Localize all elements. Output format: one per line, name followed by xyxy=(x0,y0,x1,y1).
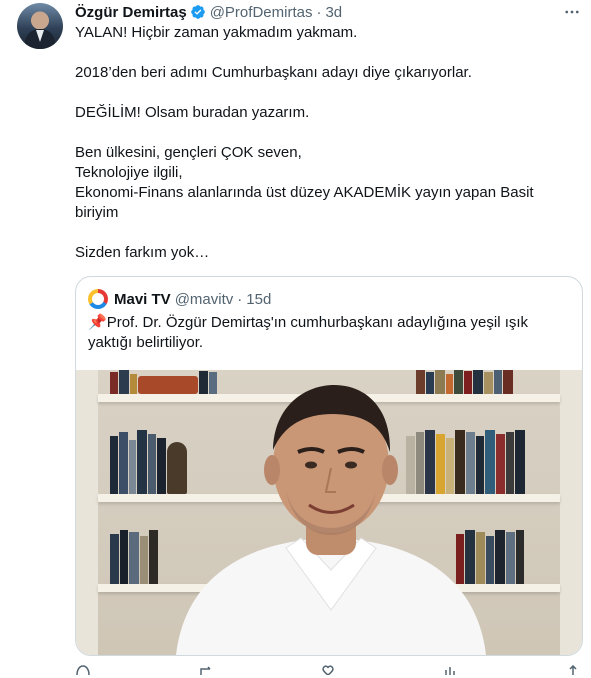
tweet-text: YALAN! Hiçbir zaman yakmadım yakmam. 201… xyxy=(75,23,565,263)
tweet-paragraph: YALAN! Hiçbir zaman yakmadım yakmam. xyxy=(75,24,358,41)
tweet-paragraph: Sizden farkım yok… xyxy=(75,244,210,261)
person-portrait xyxy=(176,385,486,655)
tweet-header: Özgür Demirtaş @ProfDemirtas · 3d xyxy=(75,2,581,22)
quoted-tweet-text: 📌Prof. Dr. Özgür Demirtaş'ın cumhurbaşka… xyxy=(88,313,568,353)
books-row xyxy=(110,530,159,584)
verified-badge-icon xyxy=(190,4,206,20)
quoted-tweet[interactable]: Mavi TV @mavitv · 15d 📌Prof. Dr. Özgür D… xyxy=(75,276,583,656)
author-name[interactable]: Özgür Demirtaş xyxy=(75,4,187,21)
tweet-line: Teknolojiye ilgili, xyxy=(75,164,183,181)
tweet-paragraph: 2018’den beri adımı Cumhurbaşkanı adayı … xyxy=(75,64,472,81)
pushpin-icon: 📌 xyxy=(88,314,107,331)
quoted-author-handle[interactable]: @mavitv xyxy=(175,291,234,308)
quoted-author-name[interactable]: Mavi TV xyxy=(114,291,171,308)
tweet-line: Ben ülkesini, gençleri ÇOK seven, xyxy=(75,144,302,161)
more-horizontal-icon[interactable] xyxy=(562,2,582,22)
quoted-tweet-time[interactable]: 15d xyxy=(246,291,271,308)
like-icon[interactable] xyxy=(320,664,336,676)
views-icon[interactable] xyxy=(443,664,459,675)
tweet-time[interactable]: 3d xyxy=(325,4,342,21)
mavitv-logo-icon[interactable] xyxy=(88,289,108,309)
share-icon[interactable] xyxy=(565,664,581,675)
author-handle[interactable]: @ProfDemirtas xyxy=(210,4,313,21)
tweet-paragraph: DEĞİLİM! Olsam buradan yazarım. xyxy=(75,104,310,121)
tweet-actions xyxy=(75,664,581,676)
quoted-tweet-body: Prof. Dr. Özgür Demirtaş'ın cumhurbaşkan… xyxy=(88,314,529,351)
reply-icon[interactable] xyxy=(75,664,91,676)
quoted-tweet-header: Mavi TV @mavitv · 15d xyxy=(88,289,271,309)
quoted-tweet-image[interactable] xyxy=(76,370,582,655)
separator: · xyxy=(316,3,322,21)
tweet-line: Ekonomi-Finans alanlarında üst düzey AKA… xyxy=(75,184,534,221)
retweet-icon[interactable] xyxy=(198,664,214,675)
separator: · xyxy=(237,290,243,308)
avatar[interactable] xyxy=(17,3,63,49)
